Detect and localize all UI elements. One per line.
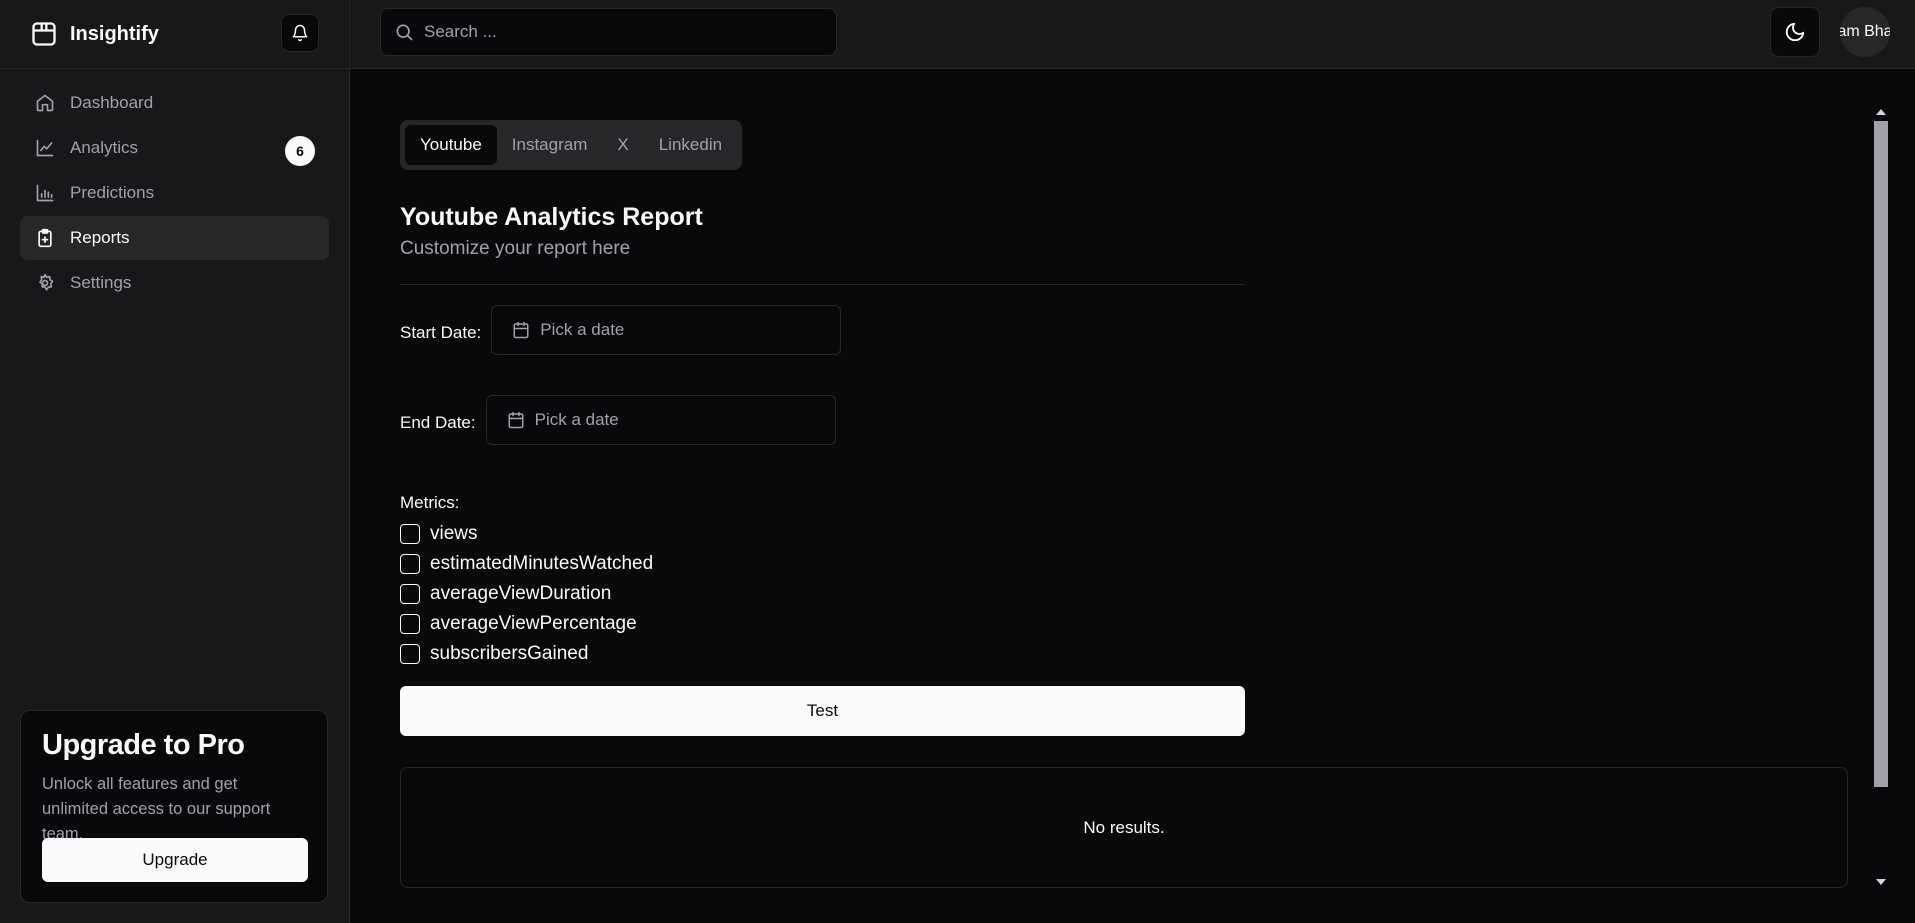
date-placeholder: Pick a date (540, 320, 625, 339)
upgrade-button[interactable]: Upgrade (42, 838, 308, 882)
bar-chart-icon (35, 183, 55, 203)
sidebar-item-dashboard[interactable]: Dashboard (20, 81, 329, 125)
sidebar: Insightify Dashboard Analytics 6 Predict… (0, 0, 350, 923)
calendar-icon (507, 411, 525, 429)
sidebar-item-settings[interactable]: Settings (20, 261, 329, 305)
metrics-label: Metrics: (400, 493, 460, 512)
sidebar-item-label: Analytics (70, 138, 139, 157)
moon-icon (1784, 21, 1806, 43)
metric-option: subscribersGained (400, 639, 653, 669)
empty-state-text: No results. (1083, 817, 1165, 837)
divider (400, 284, 1245, 285)
start-date-picker[interactable]: Pick a date (491, 305, 842, 355)
metric-option: views (400, 519, 653, 549)
page-subtitle: Customize your report here (400, 238, 631, 259)
tab-youtube[interactable]: Youtube (405, 125, 497, 165)
tab-instagram[interactable]: Instagram (497, 125, 603, 165)
scrollbar[interactable] (1872, 107, 1890, 887)
results-panel: No results. (400, 767, 1848, 888)
user-avatar[interactable]: am Bha (1840, 7, 1890, 57)
sidebar-item-label: Dashboard (70, 93, 154, 112)
top-bar: am Bha (350, 0, 1915, 69)
upgrade-description: Unlock all features and get unlimited ac… (42, 775, 271, 843)
theme-toggle-button[interactable] (1770, 7, 1820, 57)
metric-checkbox[interactable] (400, 524, 420, 544)
metric-label[interactable]: averageViewPercentage (430, 613, 637, 635)
scroll-up-arrow-icon[interactable] (1876, 109, 1886, 115)
metric-checkbox[interactable] (400, 644, 420, 664)
line-chart-icon (35, 138, 55, 158)
notifications-button[interactable] (281, 14, 319, 52)
search-icon (394, 22, 414, 42)
sidebar-nav: Dashboard Analytics 6 Predictions Report… (0, 69, 349, 305)
scroll-thumb[interactable] (1874, 121, 1888, 787)
metric-label[interactable]: views (430, 523, 478, 545)
package-icon (30, 20, 58, 48)
sidebar-item-label: Predictions (70, 183, 155, 202)
upgrade-title: Upgrade to Pro (42, 729, 245, 761)
start-date-label: Start Date: (400, 323, 482, 342)
scroll-down-arrow-icon[interactable] (1876, 879, 1886, 885)
main-content: Youtube Instagram X Linkedin Youtube Ana… (350, 70, 1915, 923)
sidebar-item-analytics[interactable]: Analytics 6 (20, 126, 329, 170)
page-title: Youtube Analytics Report (400, 203, 703, 231)
brand-bar: Insightify (0, 0, 349, 69)
sidebar-item-reports[interactable]: Reports (20, 216, 329, 260)
upgrade-card: Upgrade to Pro Unlock all features and g… (20, 710, 328, 903)
brand-name[interactable]: Insightify (70, 23, 159, 46)
clipboard-icon (35, 228, 55, 248)
test-button[interactable]: Test (400, 686, 1245, 736)
home-icon (35, 93, 55, 113)
search-box[interactable] (380, 8, 837, 56)
metric-checkbox[interactable] (400, 554, 420, 574)
date-placeholder: Pick a date (534, 410, 619, 429)
metric-option: averageViewDuration (400, 579, 653, 609)
tab-x[interactable]: X (602, 125, 643, 165)
sidebar-item-label: Reports (70, 228, 130, 247)
notification-count-badge: 6 (285, 136, 315, 166)
end-date-label: End Date: (400, 413, 476, 432)
platform-tabs: Youtube Instagram X Linkedin (400, 120, 743, 170)
bell-icon (291, 24, 309, 42)
gear-icon (35, 273, 55, 293)
sidebar-item-predictions[interactable]: Predictions (20, 171, 329, 215)
metric-option: estimatedMinutesWatched (400, 549, 653, 579)
metric-checkbox[interactable] (400, 584, 420, 604)
start-date-row: Start Date: Pick a date (400, 305, 842, 355)
metric-label[interactable]: estimatedMinutesWatched (430, 553, 653, 575)
metric-option: averageViewPercentage (400, 609, 653, 639)
calendar-icon (512, 321, 530, 339)
metrics-list: views estimatedMinutesWatched averageVie… (400, 519, 653, 669)
tab-linkedin[interactable]: Linkedin (644, 125, 737, 165)
search-input[interactable] (424, 22, 804, 42)
end-date-row: End Date: Pick a date (400, 395, 836, 445)
metric-label[interactable]: subscribersGained (430, 643, 588, 665)
sidebar-item-label: Settings (70, 273, 132, 292)
end-date-picker[interactable]: Pick a date (485, 395, 836, 445)
metric-label[interactable]: averageViewDuration (430, 583, 611, 605)
metric-checkbox[interactable] (400, 614, 420, 634)
user-name: am Bha (1840, 23, 1890, 40)
